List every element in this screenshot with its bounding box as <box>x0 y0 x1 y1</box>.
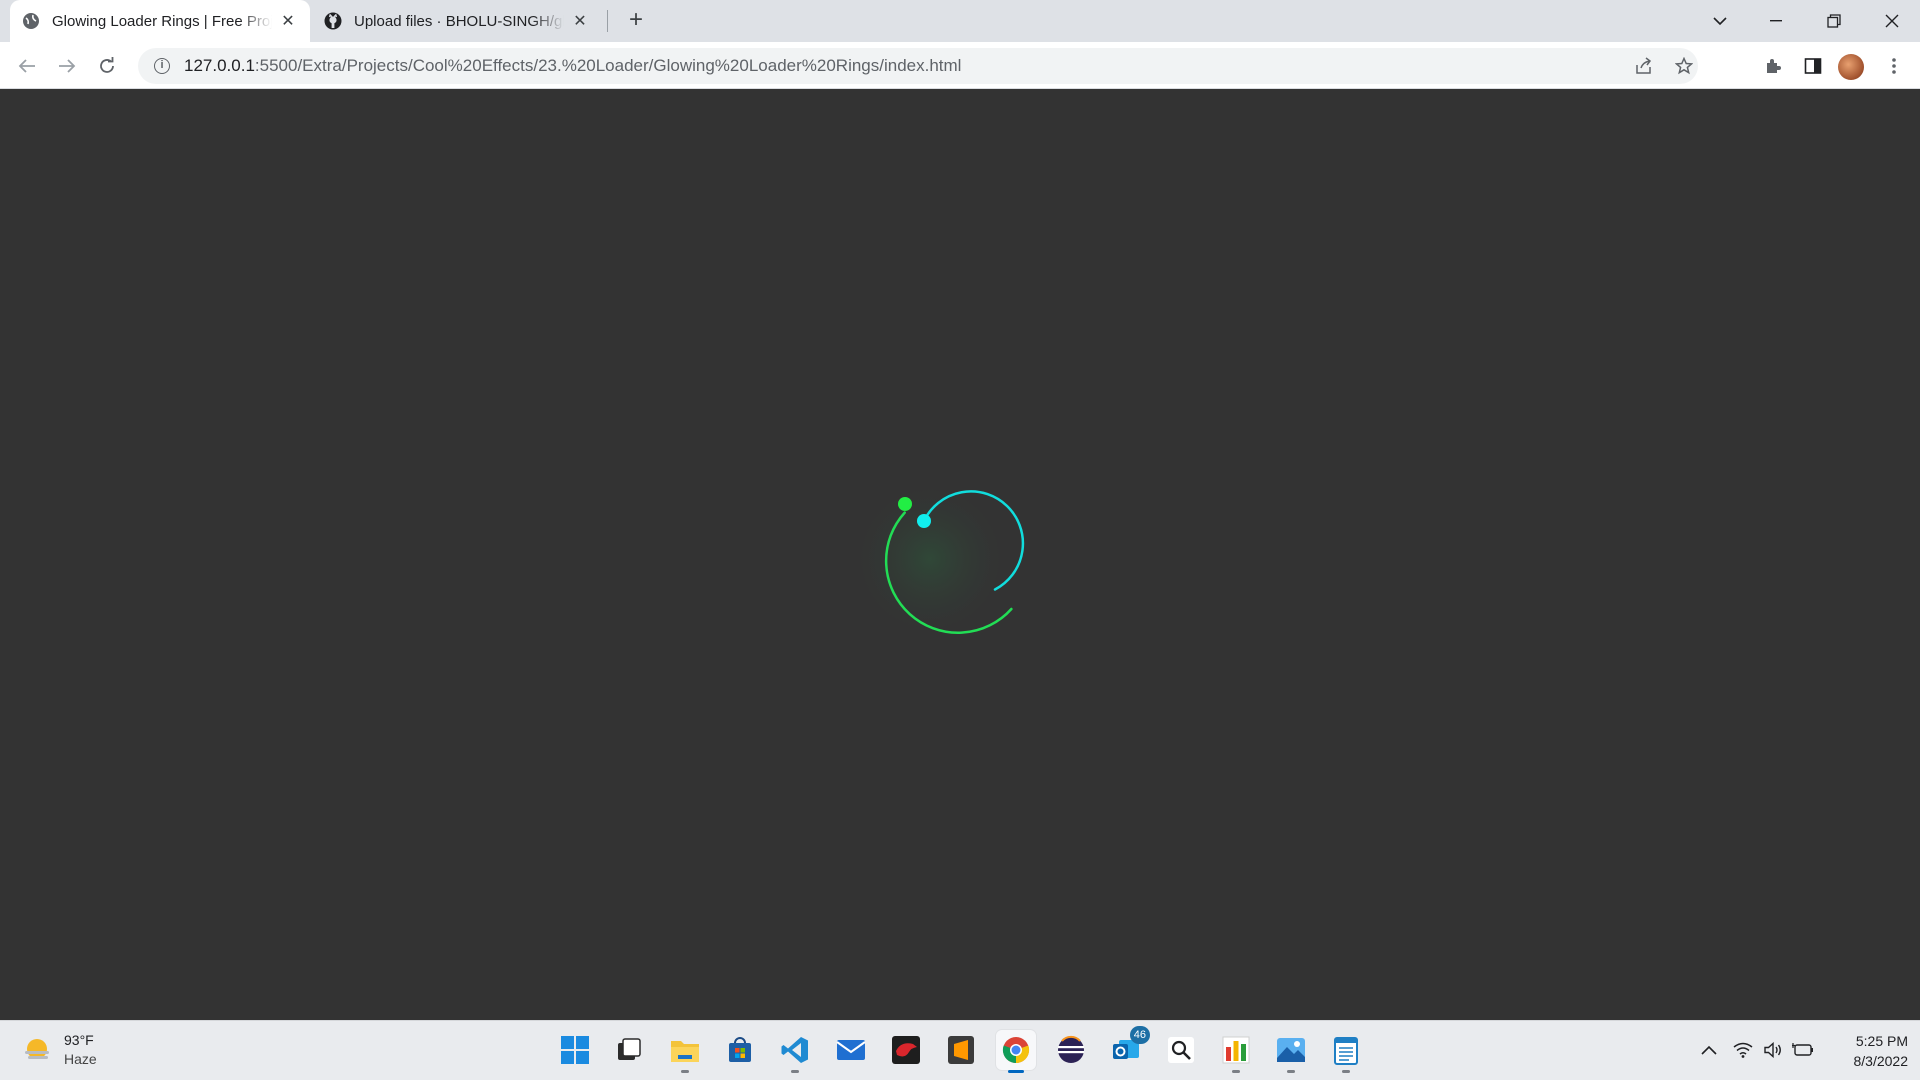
microsoft-store-button[interactable] <box>720 1030 760 1070</box>
volume-icon[interactable] <box>1760 1035 1786 1065</box>
notepad-icon <box>1334 1037 1358 1065</box>
kebab-menu-icon[interactable] <box>1879 51 1909 81</box>
running-indicator <box>1008 1070 1024 1073</box>
sublime-text-button[interactable] <box>941 1030 981 1070</box>
photos-button[interactable] <box>1271 1030 1311 1073</box>
system-clock[interactable]: 5:25 PM 8/3/2022 <box>1828 1031 1909 1071</box>
close-tab-icon[interactable]: ✕ <box>278 11 298 31</box>
outer-ring-dot <box>898 497 912 511</box>
back-button[interactable] <box>12 51 42 81</box>
restore-button[interactable] <box>1806 0 1862 42</box>
wifi-icon[interactable] <box>1730 1035 1756 1065</box>
github-icon <box>324 12 342 30</box>
tab-title: Glowing Loader Rings | Free Projects <box>52 12 272 30</box>
running-indicator <box>1342 1070 1350 1073</box>
address-bar[interactable]: i 127.0.0.1:5500/Extra/Projects/Cool%20E… <box>138 48 1698 84</box>
page-content <box>0 89 1920 1020</box>
game-app-button[interactable] <box>886 1030 926 1070</box>
extensions-icon[interactable] <box>1758 51 1788 81</box>
notepad-button[interactable] <box>1326 1030 1366 1073</box>
show-hidden-icons-chevron-icon[interactable] <box>1696 1035 1722 1065</box>
forward-button[interactable] <box>52 51 82 81</box>
folder-icon <box>671 1041 699 1062</box>
weather-widget[interactable]: 93°F Haze <box>22 1031 97 1069</box>
clock-date: 8/3/2022 <box>1853 1053 1909 1069</box>
close-tab-icon[interactable]: ✕ <box>570 11 590 31</box>
tab-separator <box>607 10 608 32</box>
weather-temp: 93°F <box>64 1032 94 1048</box>
browser-tab-strip: Glowing Loader Rings | Free Projects ✕ U… <box>0 0 1920 42</box>
windows-taskbar: 93°F Haze 46 5:25 PM 8/3/2022 <box>0 1020 1920 1080</box>
tab-search-chevron-icon[interactable] <box>1692 0 1748 42</box>
chart-app-button[interactable] <box>1216 1030 1256 1073</box>
task-view-icon <box>618 1038 641 1060</box>
new-tab-button[interactable]: + <box>622 8 650 33</box>
tab-upload-files[interactable]: Upload files · BHOLU-SINGH/glowing ✕ <box>312 0 602 42</box>
bookmark-star-icon[interactable] <box>1666 48 1702 84</box>
magnifier-icon <box>1168 1037 1194 1063</box>
site-info-icon[interactable]: i <box>154 58 170 74</box>
minimize-button[interactable] <box>1748 0 1804 42</box>
outlook-button[interactable]: 46 <box>1106 1026 1150 1070</box>
red-game-icon <box>892 1036 920 1064</box>
tab-title: Upload files · BHOLU-SINGH/glowing <box>354 12 564 30</box>
side-panel-icon[interactable] <box>1798 51 1828 81</box>
mail-icon <box>836 1040 866 1060</box>
profile-avatar[interactable] <box>1838 54 1864 80</box>
globe-icon <box>22 12 40 30</box>
share-icon[interactable] <box>1626 48 1662 84</box>
task-view-button[interactable] <box>609 1030 649 1070</box>
running-indicator <box>1287 1070 1295 1073</box>
battery-icon[interactable] <box>1790 1035 1816 1065</box>
browser-toolbar: i 127.0.0.1:5500/Extra/Projects/Cool%20E… <box>0 42 1920 89</box>
sublime-icon <box>948 1036 974 1064</box>
photos-icon <box>1277 1038 1305 1062</box>
bar-chart-icon <box>1222 1036 1250 1064</box>
glowing-loader-rings <box>800 429 1060 689</box>
running-indicator <box>1232 1070 1240 1073</box>
file-explorer-button[interactable] <box>665 1030 705 1073</box>
start-button[interactable] <box>555 1030 595 1070</box>
weather-condition: Haze <box>64 1051 97 1067</box>
eclipse-button[interactable] <box>1051 1030 1091 1070</box>
store-bag-icon <box>729 1037 751 1062</box>
running-indicator <box>681 1070 689 1073</box>
inner-ring-dot <box>917 514 931 528</box>
running-indicator <box>791 1070 799 1073</box>
vscode-icon <box>781 1037 808 1063</box>
url-text: 127.0.0.1:5500/Extra/Projects/Cool%20Eff… <box>184 56 962 75</box>
vscode-button[interactable] <box>775 1030 815 1073</box>
chrome-icon <box>1002 1037 1030 1064</box>
haze-sun-icon <box>25 1039 49 1059</box>
eclipse-icon <box>1058 1035 1084 1063</box>
reload-button[interactable] <box>92 51 122 81</box>
magnifier-button[interactable] <box>1161 1030 1201 1070</box>
windows-logo-icon <box>561 1036 589 1064</box>
mail-button[interactable] <box>831 1030 871 1070</box>
chrome-button[interactable] <box>996 1030 1036 1073</box>
tab-glowing-loader[interactable]: Glowing Loader Rings | Free Projects ✕ <box>10 0 310 42</box>
clock-time: 5:25 PM <box>1855 1033 1908 1049</box>
close-window-button[interactable] <box>1864 0 1920 42</box>
notification-badge: 46 <box>1129 1026 1150 1044</box>
